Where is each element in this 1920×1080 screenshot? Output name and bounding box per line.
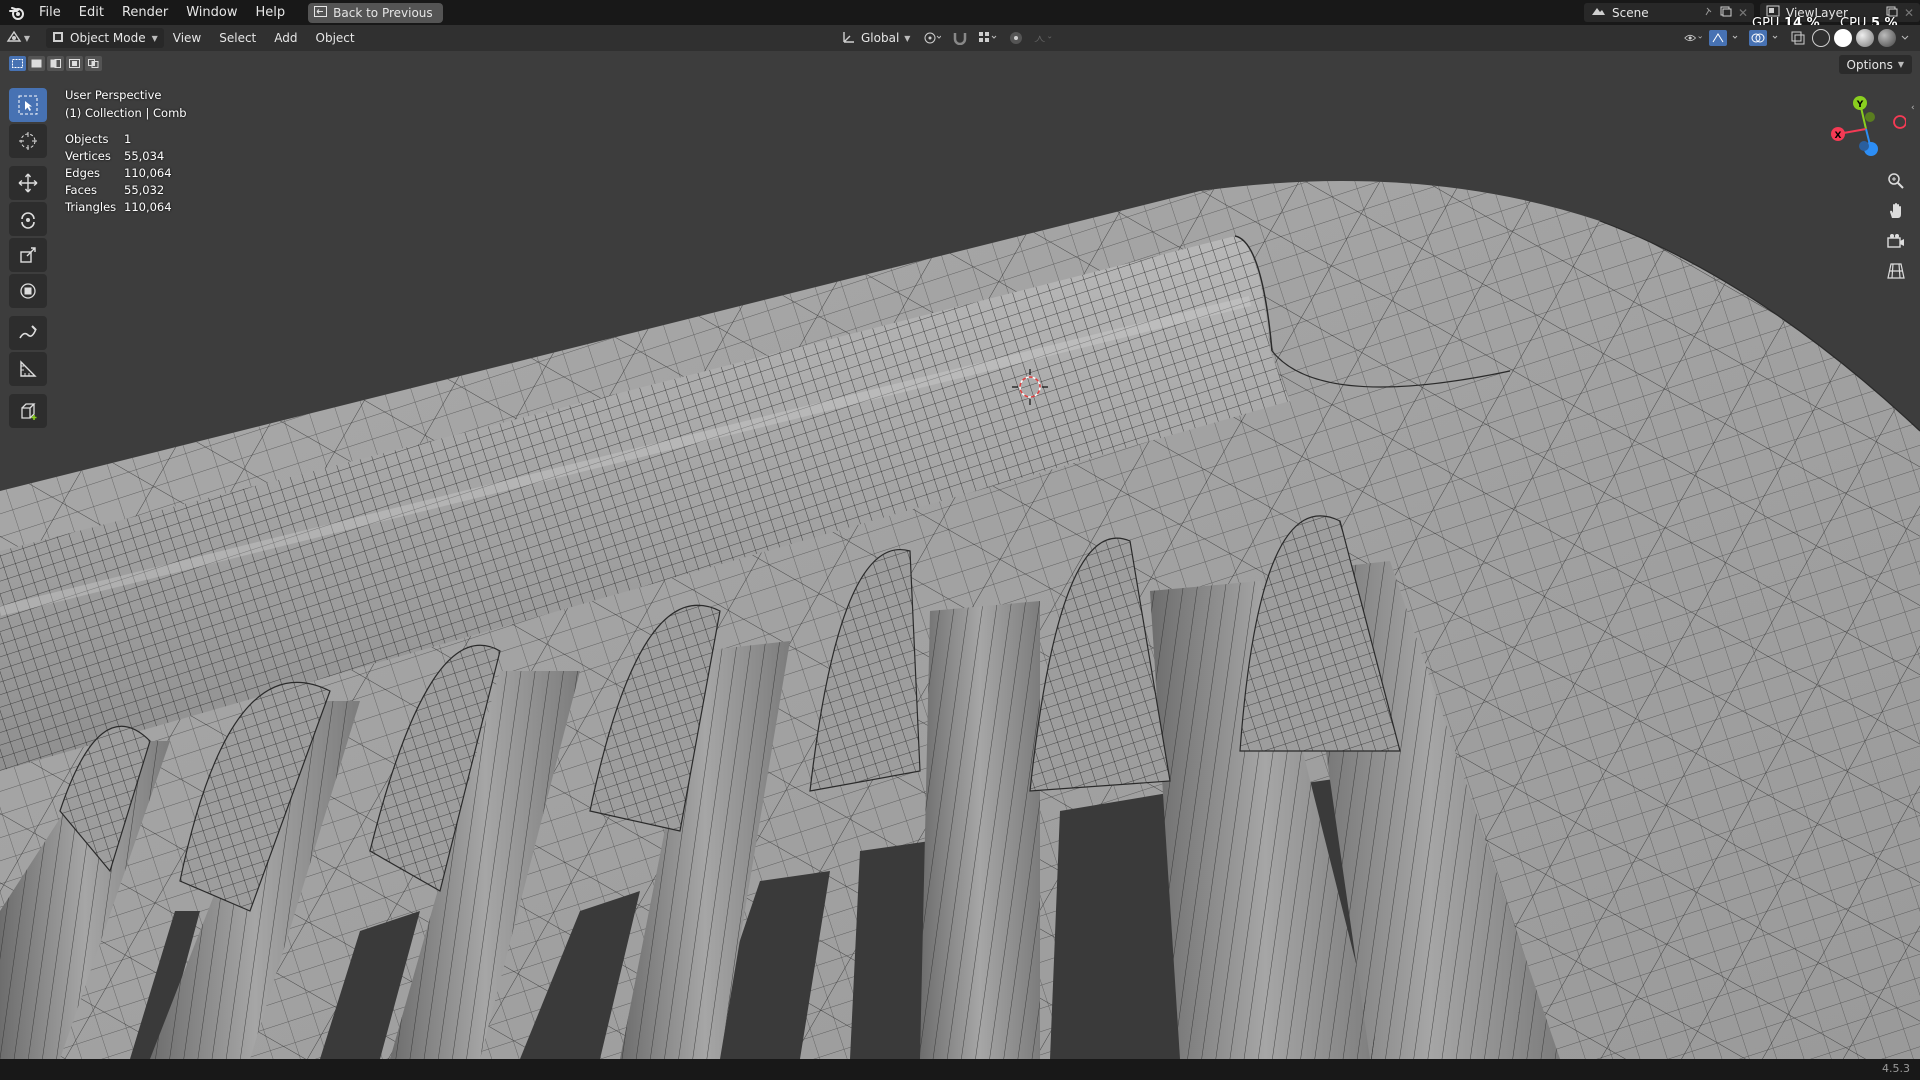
pin-icon[interactable] <box>1704 6 1714 20</box>
menu-help[interactable]: Help <box>247 0 295 25</box>
overlays-toggle-icon[interactable] <box>1748 28 1784 48</box>
snap-target-icon[interactable] <box>978 28 998 48</box>
xray-toggle-icon[interactable] <box>1788 28 1808 48</box>
delete-scene-icon[interactable]: ✕ <box>1738 6 1748 20</box>
options-label: Options <box>1846 57 1893 72</box>
visibility-icon[interactable] <box>1684 28 1704 48</box>
camera-view-icon[interactable] <box>1882 230 1910 252</box>
rendered-shading-icon[interactable] <box>1878 29 1896 47</box>
solid-shading-icon[interactable] <box>1834 29 1852 47</box>
pivot-point-icon[interactable] <box>922 28 942 48</box>
version-label: 4.5.3 <box>1882 1062 1910 1075</box>
delete-view-layer-icon[interactable]: ✕ <box>1904 6 1914 20</box>
blender-logo-icon[interactable] <box>4 0 30 25</box>
orientation-global-icon <box>842 30 856 47</box>
mode-selector[interactable]: Object Mode ▼ <box>46 28 164 48</box>
comb-mesh[interactable] <box>0 51 1920 1059</box>
chevron-down-icon: ▼ <box>23 33 31 43</box>
menu-object[interactable]: Object <box>307 31 364 45</box>
scale-tool-icon[interactable] <box>9 238 47 272</box>
back-to-previous-button[interactable]: Back to Previous <box>308 2 443 23</box>
select-box-new-icon[interactable] <box>9 56 26 71</box>
proportional-edit-icon[interactable] <box>1006 28 1026 48</box>
collection-name: (1) Collection | Comb <box>65 106 187 120</box>
scene-icon <box>1590 5 1606 20</box>
editor-type-selector[interactable]: ▼ <box>0 25 36 51</box>
sidebar-toggle-icon[interactable]: ‹ <box>1911 103 1915 113</box>
selection-mode-group <box>9 56 102 71</box>
menu-view[interactable]: View <box>164 31 210 45</box>
stat-row: Objects 1 <box>65 132 132 146</box>
shading-options-chevron-icon[interactable] <box>1900 28 1910 48</box>
gizmo-toggle-icon[interactable] <box>1708 28 1744 48</box>
rotate-tool-icon[interactable] <box>9 202 47 236</box>
select-box-intersect-icon[interactable] <box>85 56 102 71</box>
gizmo-neg-y-axis[interactable] <box>1865 112 1875 122</box>
viewport-info: User Perspective (1) Collection | Comb <box>65 86 187 122</box>
object-mode-icon <box>52 31 64 46</box>
navigation-buttons <box>1882 170 1910 282</box>
select-box-extend-icon[interactable] <box>28 56 45 71</box>
select-box-tool-icon[interactable] <box>9 88 47 122</box>
menu-add[interactable]: Add <box>265 31 306 45</box>
move-tool-icon[interactable] <box>9 166 47 200</box>
3d-viewport-icon <box>6 29 22 47</box>
transform-orientation-selector[interactable]: Global ▼ <box>838 30 914 47</box>
tool-shelf <box>9 88 47 428</box>
stat-row: Triangles 110,064 <box>65 200 172 214</box>
screen-back-icon <box>314 5 328 20</box>
new-scene-icon[interactable] <box>1720 6 1732 20</box>
menu-file[interactable]: File <box>30 0 70 25</box>
material-preview-shading-icon[interactable] <box>1856 29 1874 47</box>
select-box-invert-icon[interactable] <box>66 56 83 71</box>
select-box-subtract-icon[interactable] <box>47 56 64 71</box>
transform-tool-icon[interactable] <box>9 274 47 308</box>
gizmo-y-label: Y <box>1856 100 1864 110</box>
view-name: User Perspective <box>65 88 162 102</box>
chevron-down-icon: ▼ <box>151 33 158 43</box>
menu-edit[interactable]: Edit <box>70 0 113 25</box>
add-cube-tool-icon[interactable] <box>9 394 47 428</box>
stat-row: Faces 55,032 <box>65 183 165 197</box>
back-to-previous-label: Back to Previous <box>333 5 433 20</box>
stat-row: Edges 110,064 <box>65 166 172 180</box>
gizmo-x-label: X <box>1835 131 1842 141</box>
scene-selector[interactable]: Scene ✕ <box>1584 3 1754 22</box>
scene-statistics: Objects 1 Vertices 55,034 Edges 110,064 Fac… <box>65 131 172 216</box>
perspective-toggle-icon[interactable] <box>1882 260 1910 282</box>
gizmo-neg-x-axis[interactable] <box>1893 115 1906 129</box>
menu-render[interactable]: Render <box>113 0 177 25</box>
zoom-icon[interactable] <box>1882 170 1910 192</box>
status-bar: 4.5.3 <box>0 1059 1920 1080</box>
menu-select[interactable]: Select <box>210 31 265 45</box>
wireframe-shading-icon[interactable] <box>1812 29 1830 47</box>
top-menu-bar: File Edit Render Window Help Back to Pre… <box>0 0 1920 25</box>
annotate-tool-icon[interactable] <box>9 316 47 350</box>
falloff-icon[interactable] <box>1034 28 1054 48</box>
orientation-label: Global <box>861 31 900 45</box>
snap-toggle-icon[interactable] <box>950 28 970 48</box>
3d-viewport[interactable] <box>0 51 1920 1059</box>
navigation-gizmo[interactable]: Y X <box>1826 91 1906 171</box>
menu-window[interactable]: Window <box>177 0 246 25</box>
chevron-down-icon: ▼ <box>904 33 911 43</box>
viewport-header: ▼ Object Mode ▼ View Select Add Object G… <box>0 25 1920 51</box>
options-dropdown[interactable]: Options ▼ <box>1838 55 1912 74</box>
cursor-tool-icon[interactable] <box>9 124 47 158</box>
scene-name[interactable]: Scene <box>1612 6 1698 20</box>
stat-row: Vertices 55,034 <box>65 149 165 163</box>
measure-tool-icon[interactable] <box>9 352 47 386</box>
chevron-down-icon: ▼ <box>1897 60 1904 69</box>
mode-label: Object Mode <box>70 31 146 45</box>
pan-hand-icon[interactable] <box>1882 200 1910 222</box>
gizmo-neg-z-axis[interactable] <box>1859 141 1869 151</box>
